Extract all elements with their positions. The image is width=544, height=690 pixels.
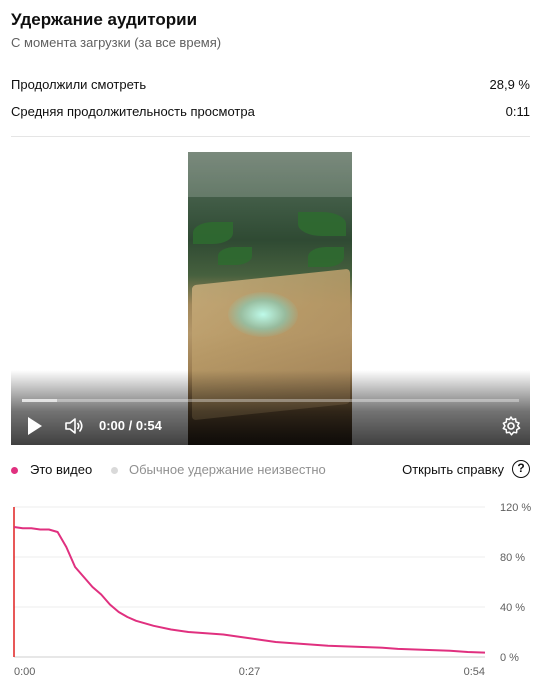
settings-icon: [502, 416, 521, 436]
jungle-leaf: [218, 247, 252, 265]
controls-shade: [11, 370, 530, 445]
jungle-leaf: [308, 247, 344, 267]
progress-buffered: [22, 399, 57, 402]
y-tick-label: 80 %: [500, 552, 525, 564]
playback-time: 0:00 / 0:54: [99, 418, 162, 433]
progress-bar[interactable]: [22, 399, 519, 402]
metric-label: Средняя продолжительность просмотра: [11, 104, 255, 119]
volume-icon: [65, 418, 83, 434]
y-tick-label: 0 %: [500, 652, 519, 664]
open-help-link[interactable]: Открыть справку: [402, 462, 504, 477]
metric-label: Продолжили смотреть: [11, 77, 147, 92]
help-icon[interactable]: ?: [512, 460, 530, 478]
legend-dot-this-video: [11, 467, 18, 474]
metric-value: 0:11: [505, 104, 530, 119]
legend-label-this-video: Это видео: [30, 462, 93, 477]
settings-button[interactable]: [500, 415, 522, 437]
thumbnail-top-fade: [188, 152, 352, 197]
play-button[interactable]: [26, 416, 44, 436]
x-tick-label: 0:27: [239, 666, 260, 678]
y-tick-label: 40 %: [500, 602, 525, 614]
y-tick-label: 120 %: [500, 502, 531, 514]
x-tick-label: 0:00: [14, 666, 35, 678]
video-player[interactable]: 0:00 / 0:54: [11, 152, 530, 445]
legend-label-typical: Обычное удержание неизвестно: [129, 462, 326, 477]
metric-value: 28,9 %: [489, 77, 530, 92]
legend-dot-typical: [111, 467, 118, 474]
jungle-leaf: [298, 212, 346, 236]
metric-continued-watching: Продолжили смотреть 28,9 %: [11, 77, 530, 95]
retention-chart: 120 % 80 % 40 % 0 % 0:00 0:27 0:54: [13, 502, 531, 678]
retention-series-line: [13, 526, 486, 654]
play-icon: [28, 417, 42, 435]
divider: [11, 136, 530, 137]
map-glow: [228, 292, 298, 337]
page-subtitle: С момента загрузки (за все время): [11, 35, 222, 50]
jungle-leaf: [193, 222, 233, 244]
page-title: Удержание аудитории: [11, 10, 198, 29]
x-tick-label: 0:54: [464, 666, 485, 678]
volume-button[interactable]: [63, 415, 85, 437]
metric-avg-view-duration: Средняя продолжительность просмотра 0:11: [11, 104, 530, 122]
